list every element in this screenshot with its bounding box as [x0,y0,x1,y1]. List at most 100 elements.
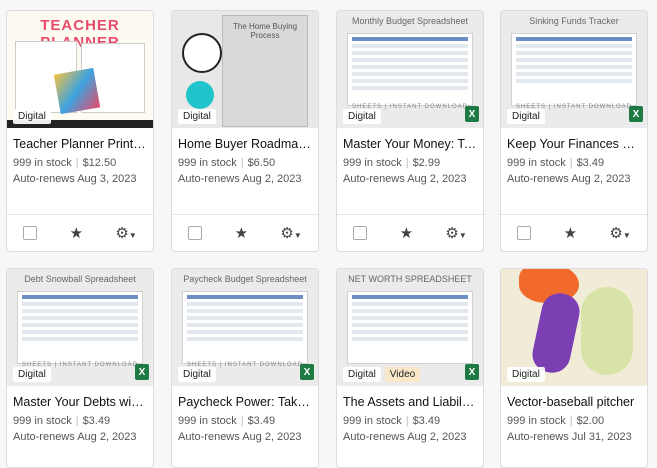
select-checkbox[interactable] [188,226,203,240]
sheet-row [187,309,303,313]
select-checkbox[interactable] [517,226,532,240]
gear-icon[interactable]: ⚙▼ [115,224,136,242]
sheet-row [22,302,138,306]
listing-thumbnail[interactable]: Monthly Budget Spreadsheet SHEETS | INST… [337,11,483,128]
separator: | [405,157,409,169]
listing-thumbnail[interactable]: Debt Snowball Spreadsheet SHEETS | INSTA… [7,269,153,386]
sheet-row [352,72,468,76]
renew-date: Auto-renews Jul 31, 2023 [507,431,632,443]
spreadsheet-preview [182,291,308,364]
listing-stock-price: 999 in stock | $12.50 [7,151,153,169]
gear-icon[interactable]: ⚙▼ [280,224,301,242]
thumbnail-title: Paycheck Budget Spreadsheet [183,274,307,284]
listing-card[interactable]: Sinking Funds Tracker SHEETS | INSTANT D… [500,10,648,252]
sheet-row [352,309,468,313]
price: $2.99 [412,157,441,169]
digital-badge: Digital [13,109,51,124]
listing-title[interactable]: Home Buyer Roadmap,… [172,128,318,151]
excel-icon: X [465,106,479,122]
price: $3.49 [82,415,111,427]
listing-card[interactable]: Paycheck Budget Spreadsheet SHEETS | INS… [171,268,319,468]
listing-card[interactable]: Debt Snowball Spreadsheet SHEETS | INSTA… [6,268,154,468]
star-icon[interactable]: ★ [70,224,83,242]
listing-thumbnail[interactable]: The Home Buying Process Digital [172,11,318,128]
listing-stock-price: 999 in stock | $3.49 [501,151,647,169]
listing-card[interactable]: Digital Vector-baseball pitcher 999 in s… [500,268,648,468]
spreadsheet-preview [511,33,637,106]
renew-date: Auto-renews Aug 2, 2023 [13,431,137,443]
listing-card[interactable]: NET WORTH SPREADSHEET Digital Video X Th… [336,268,484,468]
listing-thumbnail[interactable]: Paycheck Budget Spreadsheet SHEETS | INS… [172,269,318,386]
select-checkbox[interactable] [23,226,38,240]
separator: | [240,157,244,169]
sheet-row [516,44,632,48]
sheet-row [516,51,632,55]
sheet-row [187,323,303,327]
separator: | [569,157,573,169]
gear-icon[interactable]: ⚙▼ [445,224,466,242]
badge-group: Digital [178,109,216,124]
listing-card[interactable]: The Home Buying Process Digital Home Buy… [171,10,319,252]
pitcher-body [581,287,633,375]
listing-thumbnail[interactable]: Sinking Funds Tracker SHEETS | INSTANT D… [501,11,647,128]
select-checkbox[interactable] [353,226,368,240]
listing-thumbnail[interactable]: TEACHER PLANNER Digital [7,11,153,128]
badge-group: Digital Video [343,367,421,382]
sheet-row [352,51,468,55]
spreadsheet-preview [17,291,143,364]
excel-icon: X [465,364,479,380]
listing-title[interactable]: Teacher Planner Printa… [7,128,153,151]
sheet-row [22,316,138,320]
digital-badge: Digital [13,367,51,382]
price: $12.50 [82,157,117,169]
sheet-row [352,79,468,83]
listing-title[interactable]: The Assets and Liabiliti… [337,386,483,409]
roadmap-page: The Home Buying Process [222,15,308,127]
listing-title[interactable]: Keep Your Finances on… [501,128,647,151]
listing-stock-price: 999 in stock | $2.00 [501,409,647,427]
sheet-row [22,323,138,327]
separator: | [569,415,573,427]
digital-badge: Digital [507,109,545,124]
sheet-row [187,302,303,306]
renew-date: Auto-renews Aug 2, 2023 [343,173,467,185]
listing-title[interactable]: Master Your Debts wit… [7,386,153,409]
badge-group: Digital [178,367,216,382]
listing-title[interactable]: Paycheck Power: Take … [172,386,318,409]
star-icon[interactable]: ★ [235,224,248,242]
sheet-row [352,337,468,341]
listing-title[interactable]: Vector-baseball pitcher [501,386,647,409]
renew-date: Auto-renews Aug 2, 2023 [343,431,467,443]
thumbnail-title: Debt Snowball Spreadsheet [24,274,136,284]
stock-count: 999 in stock [507,157,566,169]
listing-card[interactable]: Monthly Budget Spreadsheet SHEETS | INST… [336,10,484,252]
listing-thumbnail[interactable]: Digital [501,269,647,386]
listing-grid: TEACHER PLANNER Digital Teacher Planner … [0,0,657,468]
sheet-row [352,37,468,41]
star-icon[interactable]: ★ [564,224,577,242]
listing-title[interactable]: Master Your Money: Ta… [337,128,483,151]
caret-down-icon: ▼ [622,231,631,240]
sheet-row [516,79,632,83]
separator: | [75,157,79,169]
spreadsheet-preview [347,33,473,106]
planner-cover [53,67,101,115]
listing-card[interactable]: TEACHER PLANNER Digital Teacher Planner … [6,10,154,252]
listing-stock-price: 999 in stock | $2.99 [337,151,483,169]
thumbnail-title: NET WORTH SPREADSHEET [348,274,472,284]
pitcher-leg [529,289,583,377]
sheet-row [187,295,303,299]
thumbnail-title: Sinking Funds Tracker [529,16,619,26]
caret-down-icon: ▼ [128,231,137,240]
digital-badge: Digital [343,367,381,382]
star-icon[interactable]: ★ [400,224,413,242]
listing-thumbnail[interactable]: NET WORTH SPREADSHEET Digital Video X [337,269,483,386]
sheet-row [352,323,468,327]
renew-date: Auto-renews Aug 3, 2023 [13,173,137,185]
digital-badge: Digital [178,109,216,124]
video-badge: Video [384,367,421,382]
sheet-row [516,65,632,69]
gear-icon[interactable]: ⚙▼ [609,224,630,242]
excel-icon: X [629,106,643,122]
stock-count: 999 in stock [13,157,72,169]
